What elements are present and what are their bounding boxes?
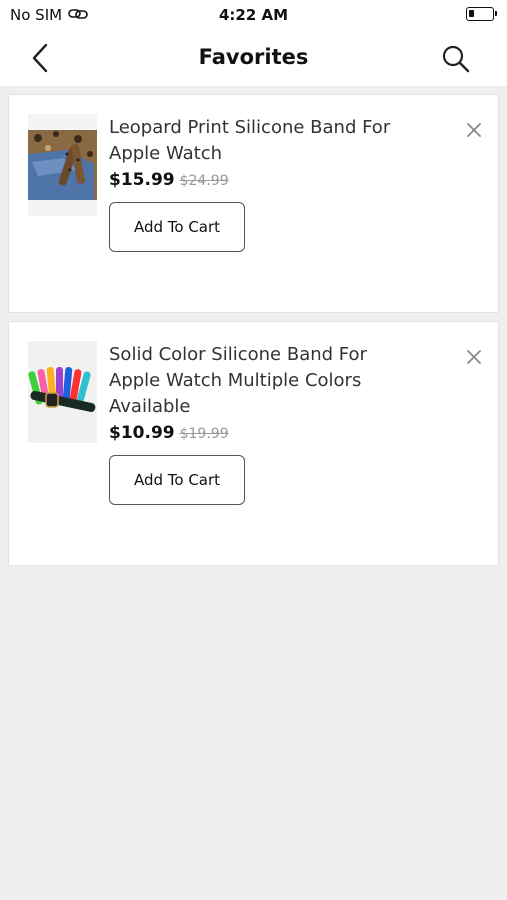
price-row: $15.99 $24.99 — [109, 170, 409, 190]
remove-favorite-button[interactable] — [463, 119, 485, 141]
favorite-item: Solid Color Silicone Band For Apple Watc… — [8, 321, 499, 566]
original-price: $24.99 — [179, 173, 229, 189]
close-icon — [467, 123, 481, 137]
close-icon — [467, 350, 481, 364]
product-title[interactable]: Solid Color Silicone Band For Apple Watc… — [109, 342, 409, 420]
product-title[interactable]: Leopard Print Silicone Band For Apple Wa… — [109, 115, 409, 167]
favorites-list: Leopard Print Silicone Band For Apple Wa… — [8, 94, 499, 574]
product-price: $10.99 — [109, 423, 175, 443]
original-price: $19.99 — [179, 426, 229, 442]
battery-level — [469, 10, 474, 17]
product-info: Solid Color Silicone Band For Apple Watc… — [109, 342, 409, 505]
product-info: Leopard Print Silicone Band For Apple Wa… — [109, 115, 409, 252]
nav-bar: Favorites — [0, 30, 507, 86]
battery-icon — [466, 7, 497, 21]
page-title: Favorites — [198, 45, 309, 69]
product-image[interactable] — [28, 114, 97, 216]
favorite-item: Leopard Print Silicone Band For Apple Wa… — [8, 94, 499, 313]
price-row: $10.99 $19.99 — [109, 423, 409, 443]
product-image[interactable] — [28, 341, 97, 443]
add-to-cart-button[interactable]: Add To Cart — [109, 202, 245, 252]
add-to-cart-button[interactable]: Add To Cart — [109, 455, 245, 505]
remove-favorite-button[interactable] — [463, 346, 485, 368]
status-time: 4:22 AM — [218, 6, 289, 24]
status-bar: No SIM 4:22 AM — [0, 0, 507, 30]
search-button[interactable] — [438, 41, 474, 77]
search-icon — [442, 45, 470, 73]
product-price: $15.99 — [109, 170, 175, 190]
